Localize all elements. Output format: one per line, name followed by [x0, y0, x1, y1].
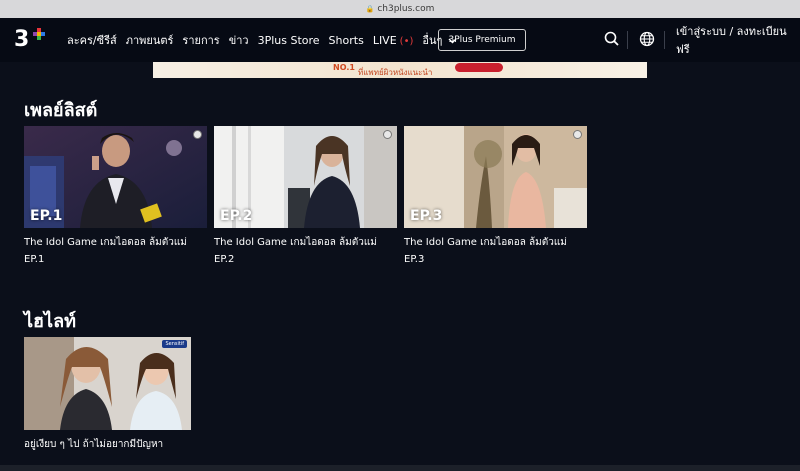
logo-plus-icon	[33, 28, 45, 40]
sensitivity-badge: Sensitif	[162, 340, 187, 348]
nav-item-movies[interactable]: ภาพยนตร์	[126, 31, 174, 49]
nav-item-drama[interactable]: ละคร/ซีรีส์	[67, 31, 117, 49]
highlight-thumbnail[interactable]: Sensitif	[24, 337, 191, 430]
episode-title[interactable]: The Idol Game เกมไอดอล ล้มตัวแม่ EP.3	[404, 234, 587, 268]
episode-thumbnail[interactable]: EP.2	[214, 126, 397, 228]
episode-title-line2: EP.1	[24, 254, 45, 265]
nav-divider	[664, 31, 665, 49]
episode-label: EP.2	[220, 208, 253, 224]
nav-item-news[interactable]: ข่าว	[229, 31, 249, 49]
ch3plus-logo[interactable]: 3	[14, 27, 45, 53]
globe-icon[interactable]	[638, 30, 656, 48]
episode-title-line1: The Idol Game เกมไอดอล ล้มตัวแม่	[404, 237, 567, 248]
nav-divider	[627, 31, 628, 49]
episode-title[interactable]: The Idol Game เกมไอดอล ล้มตัวแม่ EP.1	[24, 234, 207, 268]
episode-label: EP.1	[30, 208, 63, 224]
banner-subtext: ที่แพทย์ผิวหนังแนะนำ	[358, 68, 433, 77]
highlight-card[interactable]: Sensitif อยู่เงียบ ๆ ไป ถ้าไม่อยากมีปัญห…	[24, 337, 191, 457]
top-navigation: 3 ละคร/ซีรีส์ ภาพยนตร์ รายการ ข่าว 3Plus…	[0, 18, 800, 62]
episode-thumbnail[interactable]: EP.1	[24, 126, 207, 228]
nav-item-live-label: LIVE	[372, 33, 397, 47]
highlight-section-title: ไฮไลท์	[24, 311, 76, 332]
episode-title-line2: EP.2	[214, 254, 235, 265]
premium-button[interactable]: 3Plus Premium	[438, 29, 526, 51]
episode-title-line1: The Idol Game เกมไอดอล ล้มตัวแม่	[214, 237, 377, 248]
main-menu: ละคร/ซีรีส์ ภาพยนตร์ รายการ ข่าว 3Plus S…	[67, 18, 466, 62]
nav-item-live[interactable]: LIVE (•)	[373, 34, 414, 47]
playlist-section-title: เพลย์ลิสต์	[24, 100, 98, 121]
episode-label: EP.3	[410, 208, 443, 224]
ad-banner[interactable]: NO.1 ที่แพทย์ผิวหนังแนะนำ	[153, 62, 647, 78]
nav-item-store[interactable]: 3Plus Store	[258, 34, 320, 47]
banner-headline: NO.1	[333, 63, 355, 72]
episode-thumbnail[interactable]: EP.3	[404, 126, 587, 228]
episode-title[interactable]: The Idol Game เกมไอดอล ล้มตัวแม่ EP.2	[214, 234, 397, 268]
nav-item-shorts[interactable]: Shorts	[329, 34, 364, 47]
bottom-bar	[0, 465, 800, 471]
search-icon[interactable]	[603, 30, 621, 48]
browser-url-bar[interactable]: 🔒 ch3plus.com	[0, 0, 800, 18]
url-text: ch3plus.com	[377, 4, 435, 14]
lock-icon: 🔒	[365, 5, 375, 13]
login-register-link[interactable]: เข้าสู่ระบบ / ลงทะเบียนฟรี	[676, 18, 800, 62]
highlight-title[interactable]: อยู่เงียบ ๆ ไป ถ้าไม่อยากมีปัญหา	[24, 436, 214, 453]
banner-button	[455, 63, 503, 72]
episode-title-line2: EP.3	[404, 254, 425, 265]
nav-item-shows[interactable]: รายการ	[182, 31, 219, 49]
logo-text: 3	[14, 27, 30, 52]
live-broadcast-icon: (•)	[399, 35, 414, 47]
channel-badge-icon	[383, 130, 392, 139]
playlist-card-ep1[interactable]: EP.1 The Idol Game เกมไอดอล ล้มตัวแม่ EP…	[24, 126, 207, 276]
channel-badge-icon	[193, 130, 202, 139]
episode-title-line1: The Idol Game เกมไอดอล ล้มตัวแม่	[24, 237, 187, 248]
playlist-card-ep2[interactable]: EP.2 The Idol Game เกมไอดอล ล้มตัวแม่ EP…	[214, 126, 397, 276]
playlist-card-ep3[interactable]: EP.3 The Idol Game เกมไอดอล ล้มตัวแม่ EP…	[404, 126, 587, 276]
channel-badge-icon	[573, 130, 582, 139]
